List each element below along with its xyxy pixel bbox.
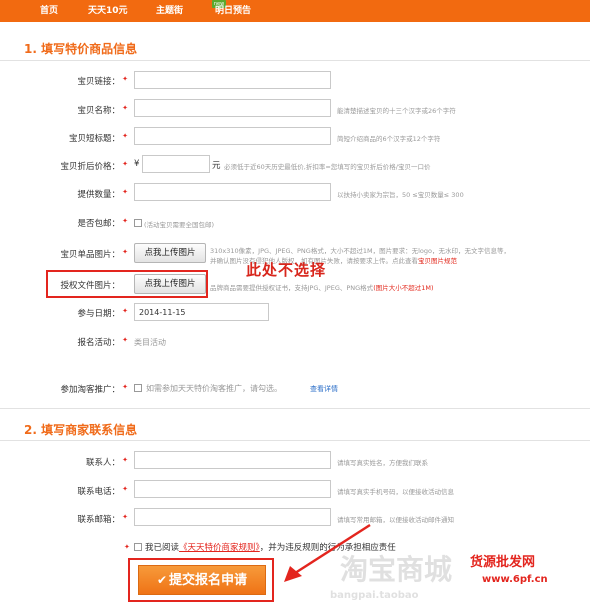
- auth-file-label: 授权文件图片：: [60, 281, 120, 291]
- shipping-hint: (活动宝贝需要全国包邮): [144, 221, 215, 229]
- phone-hint: 请填写真实手机号码，以便接收活动信息: [337, 488, 454, 496]
- item-name-input[interactable]: [134, 99, 331, 117]
- shipping-checkbox[interactable]: [134, 219, 142, 227]
- promo-details-link[interactable]: 查看详情: [310, 384, 338, 394]
- merchant-rules-link[interactable]: 《天天特价商家规则》: [179, 543, 260, 553]
- contact-input[interactable]: [134, 451, 331, 469]
- item-image-hint: 310x310像素，JPG、JPEG、PNG格式，大小不超过1M，图片要求：无l…: [210, 247, 510, 255]
- nav-ten-yuan[interactable]: 天天10元: [88, 0, 128, 22]
- promo-checkbox[interactable]: [134, 384, 142, 392]
- price-input[interactable]: [142, 155, 210, 173]
- section2-title: 2. 填写商家联系信息: [24, 423, 138, 437]
- activity-label: 报名活动： ✦: [77, 336, 128, 348]
- section2-divider: [0, 440, 590, 441]
- watermark-brand: 淘宝商城: [340, 553, 453, 586]
- nav-home[interactable]: 首页: [40, 0, 58, 22]
- top-nav: 首页 天天10元 主题街 new 明日预告: [0, 0, 590, 22]
- watermark-site-cn: 货源批发网: [470, 555, 536, 570]
- price-hint: 必须低于近60天历史最低价,折扣率=您填写的宝贝折后价格/宝贝一口价: [224, 163, 431, 171]
- contact-hint: 请填写真实姓名，方便我们联系: [337, 459, 428, 467]
- short-title-label: 宝贝短标题： ✦: [68, 132, 128, 144]
- short-title-input[interactable]: [134, 127, 331, 145]
- auth-file-hint: 品牌商品需要提供授权证书，支持JPG、JPEG、PNG格式(图片大小不超过1M): [210, 284, 434, 292]
- currency-unit: 元: [212, 161, 221, 171]
- promo-text: 如需参加天天特价淘客推广，请勾选。: [146, 384, 282, 393]
- item-name-label: 宝贝名称： ✦: [77, 104, 128, 116]
- short-title-hint: 简短介绍商品的6个汉字或12个字符: [337, 135, 441, 143]
- nav-theme-street[interactable]: 主题街: [156, 0, 183, 22]
- promo-label: 参加淘客推广： ✦: [60, 383, 128, 395]
- image-spec-link[interactable]: 宝贝图片规范: [418, 257, 457, 265]
- auth-file-upload-button[interactable]: 点我上传图片: [134, 274, 206, 294]
- shipping-label: 是否包邮： ✦: [77, 217, 128, 229]
- date-input[interactable]: 2014-11-15: [134, 303, 269, 321]
- agree-checkbox[interactable]: [134, 543, 142, 551]
- annotation-text: 此处不选择: [246, 261, 327, 279]
- quantity-input[interactable]: [134, 183, 331, 201]
- phone-input[interactable]: [134, 480, 331, 498]
- email-label: 联系邮箱： ✦: [77, 513, 128, 525]
- item-name-hint: 能清楚描述宝贝的十三个汉字或26个字符: [337, 107, 456, 115]
- date-label: 参与日期： ✦: [77, 307, 128, 319]
- price-label: 宝贝折后价格： ✦: [60, 160, 128, 172]
- section1-divider: [0, 60, 590, 61]
- watermark-bottom: bangpai.taobao: [330, 590, 419, 601]
- contact-label: 联系人： ✦: [85, 456, 128, 468]
- currency-symbol: ¥: [134, 159, 140, 169]
- item-image-upload-button[interactable]: 点我上传图片: [134, 243, 206, 263]
- submit-button[interactable]: ✔ 提交报名申请: [138, 565, 266, 595]
- activity-value: 类目活动: [134, 338, 166, 347]
- agree-required-mark: ✦: [124, 543, 130, 551]
- item-link-label: 宝贝链接： ✦: [77, 75, 128, 87]
- quantity-hint: 以扶持小卖家为宗旨，50 ≤宝贝数量≤ 300: [337, 191, 464, 199]
- watermark-site-url: www.6pf.cn: [482, 574, 548, 585]
- item-image-label: 宝贝单品图片： ✦: [60, 248, 128, 260]
- item-link-input[interactable]: [134, 71, 331, 89]
- quantity-label: 提供数量： ✦: [77, 188, 128, 200]
- section2-top-divider: [0, 408, 590, 409]
- section1-title: 1. 填写特价商品信息: [24, 42, 138, 56]
- phone-label: 联系电话： ✦: [77, 485, 128, 497]
- nav-tomorrow-preview[interactable]: 明日预告: [215, 0, 251, 22]
- check-icon: ✔: [156, 573, 168, 587]
